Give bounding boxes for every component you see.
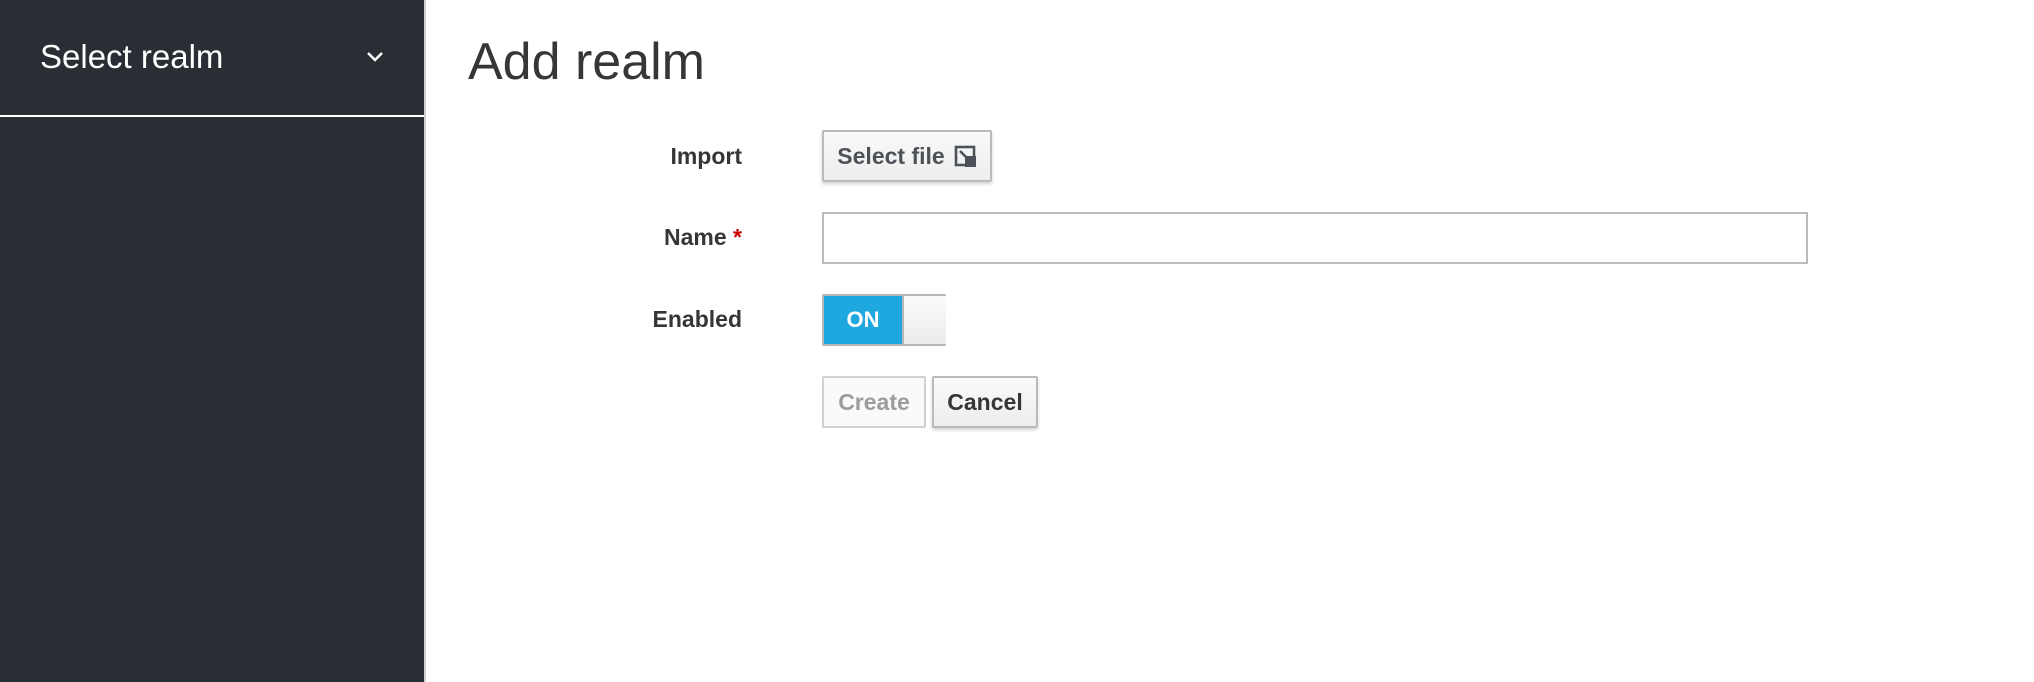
- select-file-label: Select file: [837, 142, 945, 169]
- main-content: Add realm: [424, 0, 2034, 682]
- name-input[interactable]: [822, 212, 1808, 264]
- name-label-text: Name: [664, 224, 727, 250]
- name-label: Name *: [664, 224, 742, 251]
- enabled-toggle-on: ON: [824, 296, 902, 344]
- select-file-button[interactable]: Select file: [822, 130, 992, 182]
- import-label: Import: [670, 143, 742, 169]
- chevron-down-icon: [367, 52, 383, 62]
- sidebar: Select realm: [0, 0, 424, 682]
- realm-selector-label: Select realm: [40, 38, 224, 75]
- import-file-icon: [954, 145, 976, 167]
- cancel-button[interactable]: Cancel: [932, 376, 1038, 428]
- create-button[interactable]: Create: [822, 376, 926, 428]
- page-title: Add realm: [468, 33, 705, 91]
- enabled-toggle[interactable]: ON: [822, 294, 946, 346]
- required-marker: *: [733, 224, 742, 250]
- enabled-toggle-knob: [902, 296, 946, 344]
- realm-selector[interactable]: Select realm: [0, 0, 424, 117]
- enabled-label: Enabled: [652, 306, 742, 332]
